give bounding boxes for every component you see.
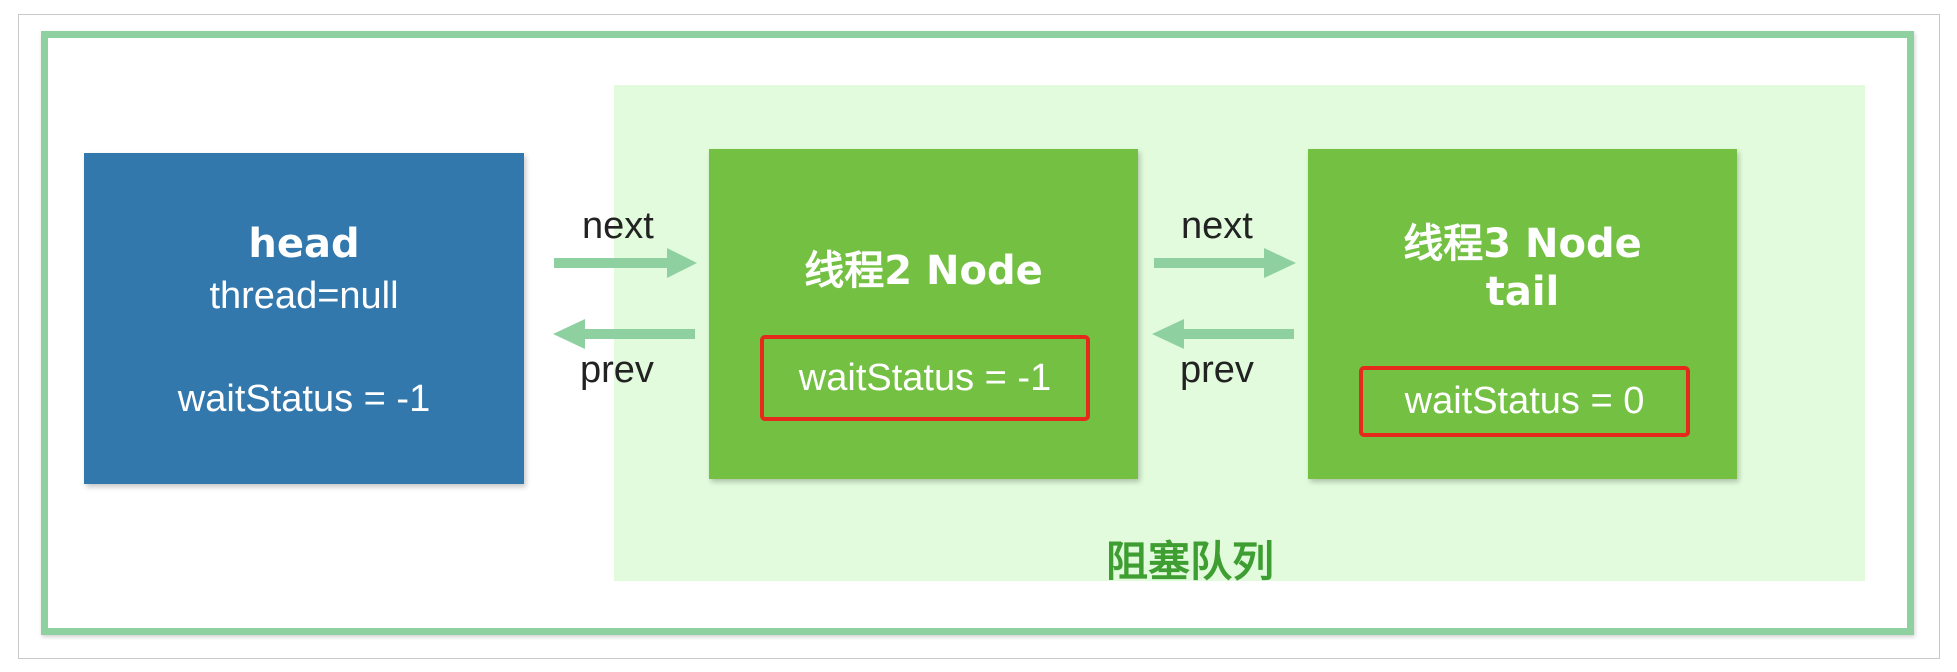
prev-label-1: prev	[580, 349, 654, 391]
thread3-node: 线程3 Node tail waitStatus = 0	[1308, 149, 1737, 479]
next-label-1: next	[582, 205, 654, 247]
next-label-2: next	[1181, 205, 1253, 247]
thread3-node-subtitle: tail	[1485, 269, 1560, 315]
thread3-node-title: 线程3 Node	[1403, 221, 1642, 267]
head-node-wait-status: waitStatus = -1	[177, 378, 431, 420]
head-node-title: head	[248, 221, 360, 267]
thread3-wait-status-box: waitStatus = 0	[1359, 366, 1690, 437]
prev-label-2: prev	[1180, 349, 1254, 391]
head-node: head thread=null waitStatus = -1	[84, 153, 524, 484]
thread2-wait-status-box: waitStatus = -1	[760, 335, 1090, 421]
head-node-thread: thread=null	[209, 275, 399, 317]
thread2-node-title: 线程2 Node	[804, 248, 1043, 294]
thread2-node: 线程2 Node waitStatus = -1	[709, 149, 1138, 479]
thread2-wait-status: waitStatus = -1	[798, 357, 1052, 399]
thread3-wait-status: waitStatus = 0	[1404, 380, 1645, 422]
blocking-queue-label: 阻塞队列	[1105, 537, 1274, 586]
